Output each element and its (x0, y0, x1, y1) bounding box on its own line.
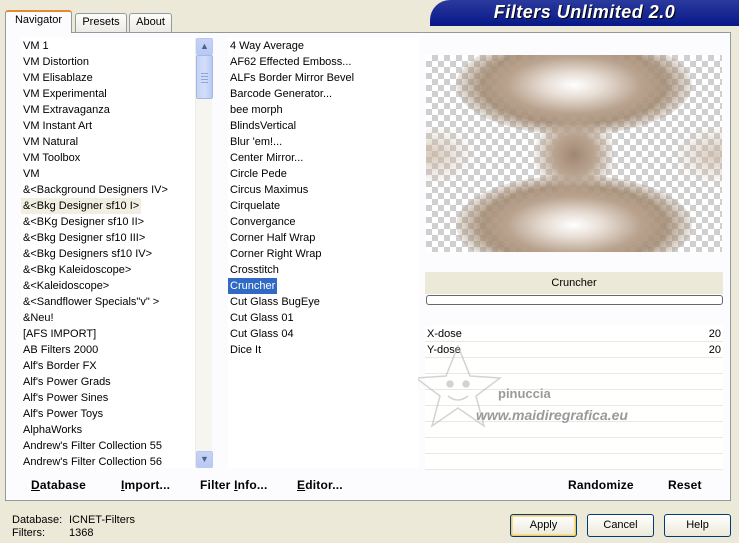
scroll-up-button[interactable]: ▲ (196, 38, 213, 55)
parameter-row (425, 438, 723, 454)
help-button[interactable]: Help (664, 514, 731, 537)
list-item[interactable]: Convergance (228, 214, 297, 230)
list-item[interactable]: Cruncher (228, 278, 278, 294)
tab-about[interactable]: About (129, 13, 172, 32)
list-item[interactable]: &<Kaleidoscope> (21, 278, 111, 294)
app-title: Filters Unlimited 2.0 (493, 2, 676, 22)
database-button[interactable]: Database (31, 478, 86, 492)
list-item[interactable]: &<Bkg Designer sf10 I> (21, 198, 142, 214)
list-item[interactable]: Dice It (228, 342, 263, 358)
database-label: Database: (12, 514, 63, 526)
list-item[interactable]: Circus Maximus (228, 182, 310, 198)
list-item[interactable]: Cirquelate (228, 198, 282, 214)
import-button[interactable]: Import... (121, 478, 170, 492)
list-item[interactable]: &<Bkg Designer sf10 III> (21, 230, 147, 246)
list-item[interactable]: VM Natural (21, 134, 80, 150)
list-item[interactable]: VM Extravaganza (21, 102, 112, 118)
list-item[interactable]: VM Distortion (21, 54, 91, 70)
filters-count-label: Filters: (12, 527, 45, 539)
list-item[interactable]: bee morph (228, 102, 285, 118)
list-item[interactable]: Cut Glass 04 (228, 326, 296, 342)
list-item[interactable]: &Neu! (21, 310, 56, 326)
list-item[interactable]: VM 1 (21, 38, 51, 54)
current-filter-name: Cruncher (425, 272, 723, 294)
list-item[interactable]: &<Sandflower Specials"v" > (21, 294, 161, 310)
filters-count-value: 1368 (69, 527, 94, 539)
randomize-button[interactable]: Randomize (568, 478, 634, 492)
list-item[interactable]: [AFS IMPORT] (21, 326, 98, 342)
list-item[interactable]: Corner Right Wrap (228, 246, 324, 262)
list-item[interactable]: Andrew's Filter Collection 56 (21, 454, 164, 470)
apply-button[interactable]: Apply (510, 514, 577, 537)
list-item[interactable]: Barcode Generator... (228, 86, 334, 102)
list-item[interactable]: Andrew's Filter Collection 55 (21, 438, 164, 454)
scroll-down-button[interactable]: ▼ (196, 451, 213, 468)
list-item[interactable]: AB Filters 2000 (21, 342, 100, 358)
list-item[interactable]: Alf's Power Sines (21, 390, 110, 406)
list-item[interactable]: AlphaWorks (21, 422, 84, 438)
watermark-url: www.maidiregrafica.eu (476, 407, 628, 423)
category-scrollbar[interactable]: ▲ ▼ (195, 38, 213, 468)
chevron-down-icon: ▼ (200, 454, 209, 464)
progress-bar (426, 295, 723, 305)
list-item[interactable]: VM Experimental (21, 86, 109, 102)
tab-presets[interactable]: Presets (75, 13, 127, 32)
chevron-up-icon: ▲ (200, 41, 209, 51)
editor-button[interactable]: Editor... (297, 478, 343, 492)
cancel-button[interactable]: Cancel (587, 514, 654, 537)
list-item[interactable]: Alf's Border FX (21, 358, 99, 374)
list-item[interactable]: Center Mirror... (228, 150, 305, 166)
reset-button[interactable]: Reset (668, 478, 702, 492)
list-item[interactable]: &<BKg Designer sf10 II> (21, 214, 146, 230)
category-list[interactable]: VM 1 VM Distortion VM Elisablaze VM Experim… (21, 38, 195, 468)
list-item[interactable]: &<Bkg Kaleidoscope> (21, 262, 133, 278)
list-item[interactable]: Cut Glass BugEye (228, 294, 322, 310)
list-item[interactable]: Circle Pede (228, 166, 289, 182)
watermark-name: pinuccia (498, 386, 551, 401)
filter-info-button[interactable]: Filter Info... (200, 478, 267, 492)
list-item[interactable]: Cut Glass 01 (228, 310, 296, 326)
list-item[interactable]: VM Instant Art (21, 118, 94, 134)
list-item[interactable]: AF62 Effected Emboss... (228, 54, 353, 70)
list-item[interactable]: &<Bkg Designers sf10 IV> (21, 246, 154, 262)
tab-navigator-label: Navigator (14, 14, 63, 26)
filter-list[interactable]: 4 Way Average AF62 Effected Emboss... ALFs… (228, 38, 418, 468)
list-item[interactable]: VM Toolbox (21, 150, 82, 166)
parameter-row (425, 454, 723, 470)
list-item[interactable]: Alf's Power Toys (21, 406, 105, 422)
list-item[interactable]: &<Background Designers IV> (21, 182, 170, 198)
list-item[interactable]: VM Elisablaze (21, 70, 95, 86)
list-item[interactable]: BlindsVertical (228, 118, 298, 134)
list-item[interactable]: Corner Half Wrap (228, 230, 317, 246)
database-value: ICNET-Filters (69, 514, 135, 526)
list-item[interactable]: 4 Way Average (228, 38, 306, 54)
list-item[interactable]: Alf's Power Grads (21, 374, 113, 390)
list-item[interactable]: VM (21, 166, 42, 182)
app-banner: Filters Unlimited 2.0 (430, 0, 739, 24)
list-item[interactable]: Crosstitch (228, 262, 281, 278)
list-item[interactable]: ALFs Border Mirror Bevel (228, 70, 356, 86)
scroll-thumb[interactable] (196, 55, 213, 99)
list-item[interactable]: Blur 'em!... (228, 134, 284, 150)
tab-about-label: About (136, 16, 165, 28)
tab-presets-label: Presets (82, 16, 120, 28)
tab-navigator[interactable]: Navigator (5, 10, 72, 33)
preview-image (426, 55, 722, 252)
banner-underline (430, 24, 739, 26)
